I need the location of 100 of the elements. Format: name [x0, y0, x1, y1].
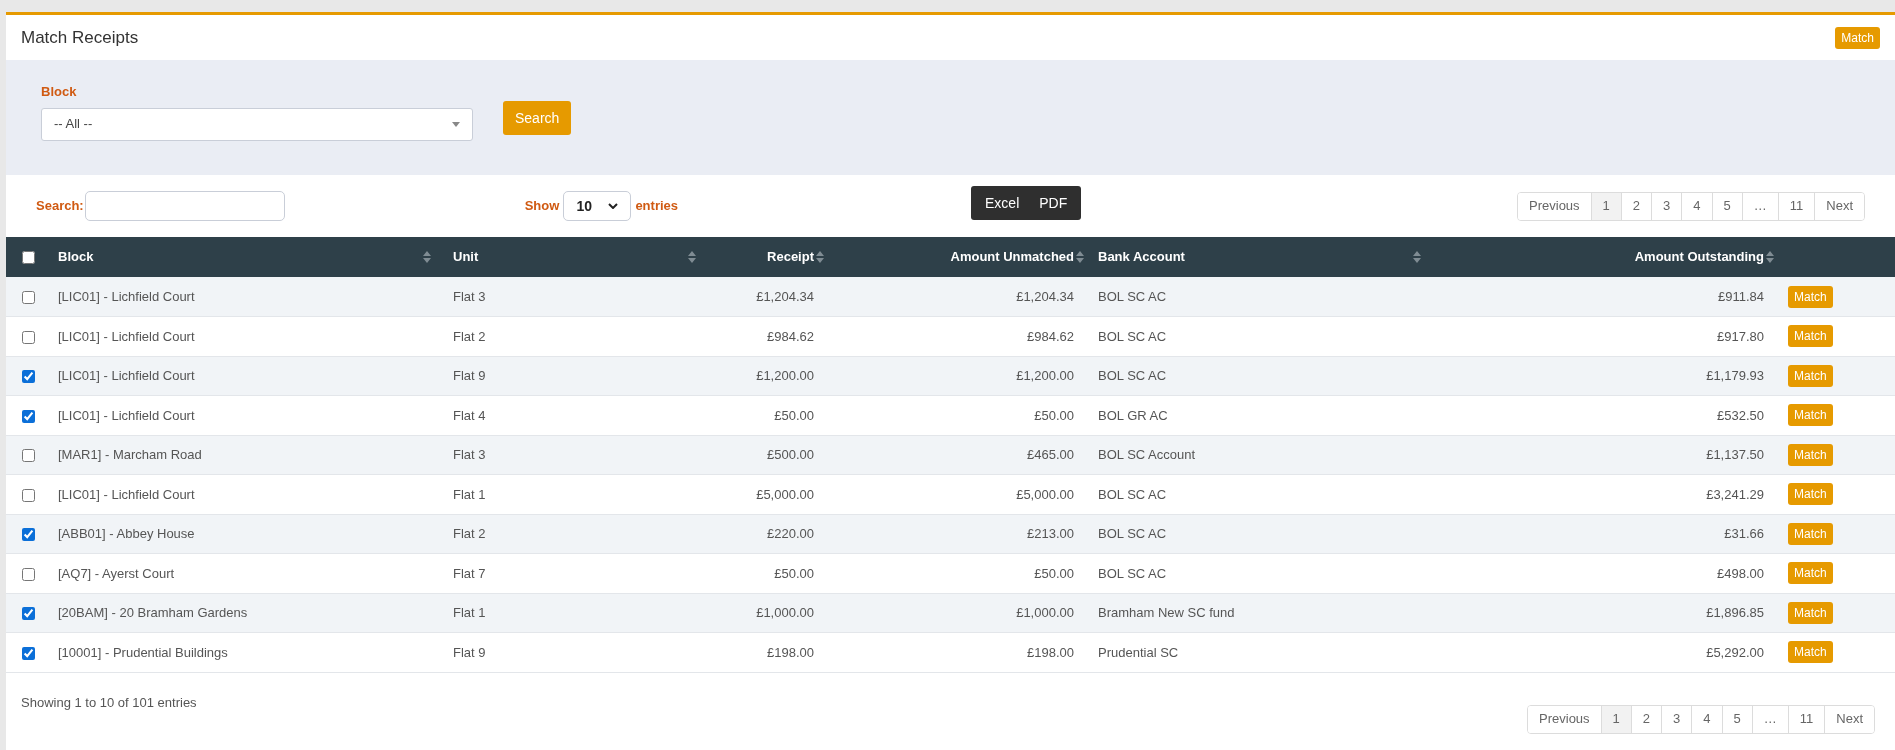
table-cell: BOL SC AC	[1098, 565, 1167, 581]
row-checkbox[interactable]	[22, 290, 35, 304]
table-cell: [LIC01] - Lichfield Court	[58, 407, 195, 423]
field-label: Block	[41, 83, 78, 101]
table-cell: £50.00	[1034, 565, 1074, 581]
row-checkbox[interactable]	[22, 528, 35, 542]
column-header[interactable]: Unit	[453, 247, 479, 267]
table-cell: £50.00	[774, 407, 814, 423]
page-title: Match Receipts	[21, 26, 139, 49]
column-header[interactable]: Amount Outstanding	[1634, 247, 1764, 267]
table-cell: £917.80	[1717, 328, 1764, 344]
entries-label: entries	[635, 197, 678, 216]
table-cell: £3,241.29	[1706, 486, 1764, 502]
table-cell: [LIC01] - Lichfield Court	[58, 486, 195, 502]
table-cell: £498.00	[1717, 565, 1764, 581]
table-cell: £198.00	[1027, 644, 1074, 660]
caret-icon	[452, 121, 460, 127]
table-cell: £984.62	[1027, 328, 1074, 344]
table-cell: £198.00	[767, 644, 814, 660]
column-header[interactable]: Block	[58, 247, 94, 267]
table-cell: Flat 1	[453, 605, 486, 620]
table-cell: £5,000.00	[1016, 486, 1074, 502]
table-cell: Flat 3	[453, 447, 486, 462]
table-cell: £31.66	[1724, 526, 1764, 541]
entries-select[interactable]: 10	[563, 191, 632, 221]
row-checkbox[interactable]	[22, 646, 35, 660]
column-header[interactable]: Amount Unmatched	[950, 247, 1074, 267]
table-cell: £1,179.93	[1706, 368, 1764, 383]
sort-icon	[423, 251, 431, 263]
page-button[interactable]: 1	[1600, 705, 1631, 733]
table-cell: £5,292.00	[1706, 644, 1764, 660]
table-cell: [MAR1] - Marcham Road	[58, 447, 202, 462]
show-label: Show	[524, 197, 560, 216]
column-header[interactable]: Receipt	[767, 247, 814, 267]
table-cell: Flat 4	[453, 407, 486, 423]
search-field[interactable]	[84, 191, 285, 221]
table-cell: £1,000.00	[1016, 605, 1074, 620]
table-cell: [10001] - Prudential Buildings	[58, 644, 228, 660]
export-button[interactable]: PDF	[1029, 192, 1078, 214]
row-checkbox[interactable]	[22, 488, 35, 502]
sort-icon	[1766, 251, 1774, 263]
table-cell: £984.62	[767, 328, 814, 344]
table-cell: [AQ7] - Ayerst Court	[58, 565, 175, 581]
table-cell: £1,204.34	[756, 288, 814, 304]
row-checkbox[interactable]	[22, 370, 35, 384]
table-cell: £213.00	[1027, 526, 1074, 541]
table-cell: £1,200.00	[756, 368, 814, 383]
table-cell: BOL SC AC	[1098, 288, 1167, 304]
table-cell: Flat 3	[453, 288, 486, 304]
table-cell: BOL SC AC	[1098, 328, 1167, 344]
row-checkbox[interactable]	[22, 330, 35, 344]
row-checkbox[interactable]	[22, 409, 35, 423]
sort-icon	[688, 251, 696, 263]
table-cell: BOL GR AC	[1098, 407, 1168, 423]
table-cell: Flat 2	[453, 328, 486, 344]
table-cell: Bramham New SC fund	[1098, 605, 1235, 620]
table-cell: £1,200.00	[1016, 368, 1074, 383]
table-cell: [LIC01] - Lichfield Court	[58, 328, 195, 344]
table-cell: BOL SC Account	[1098, 447, 1196, 462]
sort-icon	[1076, 251, 1084, 263]
chevron-icon	[608, 203, 619, 209]
table-cell: £911.84	[1717, 288, 1764, 304]
table-cell: £465.00	[1027, 447, 1074, 462]
table-cell: £532.50	[1717, 407, 1764, 423]
table-cell: Flat 9	[453, 644, 486, 660]
table-cell: BOL SC AC	[1098, 486, 1167, 502]
table-cell: Flat 9	[453, 368, 486, 383]
table-cell: £1,204.34	[1016, 288, 1074, 304]
row-checkbox[interactable]	[22, 607, 35, 621]
table-cell: Prudential SC	[1098, 644, 1179, 660]
page-button[interactable]: 1	[1590, 192, 1621, 220]
block-select[interactable]: -- All --	[41, 107, 473, 141]
table-cell: Flat 1	[453, 486, 486, 502]
export-button[interactable]: Excel	[975, 192, 1030, 214]
page-button[interactable]: Next	[1824, 705, 1874, 733]
table-cell: BOL SC AC	[1098, 368, 1167, 383]
table-cell: £220.00	[767, 526, 814, 541]
table-cell: [20BAM] - 20 Bramham Gardens	[58, 605, 248, 620]
entries-info: Showing 1 to 10 of 101 entries	[21, 693, 197, 712]
table-cell: £1,137.50	[1706, 447, 1764, 462]
table-cell: £5,000.00	[756, 486, 814, 502]
table-cell: BOL SC AC	[1098, 526, 1167, 541]
table-cell: [ABB01] - Abbey House	[58, 526, 195, 541]
table-cell: £50.00	[1034, 407, 1074, 423]
table-cell: Flat 2	[453, 526, 486, 541]
column-header[interactable]: Bank Account	[1098, 247, 1185, 267]
table-cell: [LIC01] - Lichfield Court	[58, 288, 195, 304]
table-cell: £1,896.85	[1706, 605, 1764, 620]
select-all-checkbox[interactable]	[22, 251, 35, 265]
sort-icon	[816, 251, 824, 263]
row-checkbox[interactable]	[22, 567, 35, 581]
search-label: Search:	[36, 197, 84, 216]
row-checkbox[interactable]	[22, 449, 35, 463]
table-cell: £50.00	[774, 565, 814, 581]
sort-icon	[1413, 251, 1421, 263]
table-cell: £1,000.00	[756, 605, 814, 620]
page-button[interactable]: Next	[1814, 192, 1864, 220]
table-cell: £500.00	[767, 447, 814, 462]
table-cell: [LIC01] - Lichfield Court	[58, 368, 195, 383]
table-cell: Flat 7	[453, 565, 486, 581]
